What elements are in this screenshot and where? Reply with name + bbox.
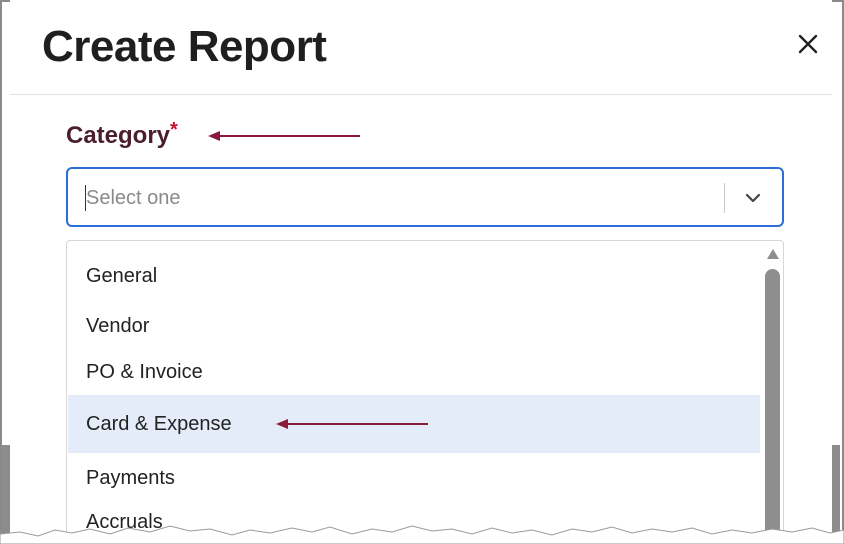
option-label: Payments [86,466,175,489]
torn-edge [0,525,844,544]
dialog-title: Create Report [42,22,327,71]
option-label: Vendor [86,314,150,337]
option-label: General [86,264,158,287]
scroll-up-arrow-icon[interactable] [767,249,779,259]
left-arrow-icon [208,131,360,141]
category-label-row: Category * [66,118,178,152]
category-label: Category [66,122,171,149]
option-payments[interactable]: Payments [68,453,760,503]
dialog-header: Create Report [10,0,832,95]
select-separator [724,183,725,213]
scrollbar-thumb[interactable] [765,269,780,544]
close-icon[interactable] [794,30,822,58]
left-arrow-icon [276,419,428,429]
dropdown-scrollbar[interactable] [761,241,783,544]
chevron-down-icon[interactable] [742,187,764,209]
category-dropdown-list: General Vendor PO & Invoice Card & Expen… [66,240,784,544]
option-vendor[interactable]: Vendor [68,301,760,351]
required-marker: * [170,118,178,141]
select-placeholder: Select one [86,187,181,209]
option-general[interactable]: General [68,251,760,301]
create-report-dialog: Create Report Category * Select one Gener… [10,0,832,544]
option-label: Card & Expense [86,412,232,435]
option-po-invoice[interactable]: PO & Invoice [68,349,760,395]
category-select[interactable]: Select one [66,167,784,227]
option-label: PO & Invoice [86,360,203,383]
